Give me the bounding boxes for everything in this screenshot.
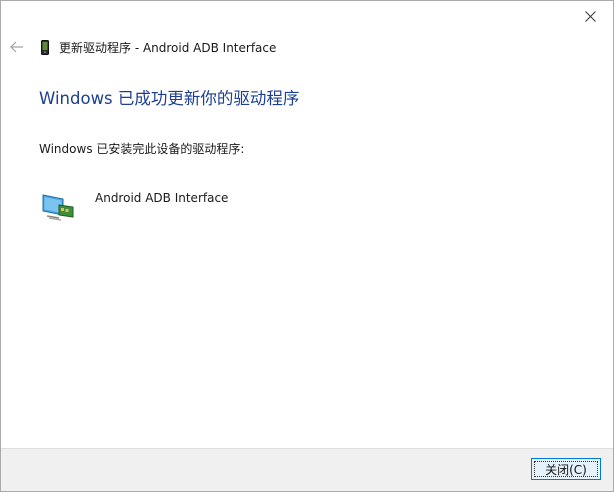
dialog-title: 更新驱动程序 - Android ADB Interface bbox=[59, 40, 277, 55]
close-icon bbox=[584, 10, 596, 22]
phone-device-icon bbox=[39, 39, 51, 55]
close-button[interactable]: 关闭(C) bbox=[531, 458, 601, 480]
dialog-footer: 关闭(C) bbox=[1, 448, 613, 491]
install-description: Windows 已安装完此设备的驱动程序: bbox=[39, 142, 245, 156]
back-arrow-icon bbox=[10, 41, 23, 53]
network-adapter-icon bbox=[41, 189, 75, 223]
window-close-button[interactable] bbox=[567, 1, 613, 31]
driver-update-dialog: 更新驱动程序 - Android ADB Interface Windows 已… bbox=[0, 0, 614, 492]
success-heading: Windows 已成功更新你的驱动程序 bbox=[39, 89, 300, 108]
back-button[interactable] bbox=[7, 38, 27, 56]
driver-name: Android ADB Interface bbox=[95, 191, 229, 205]
dialog-title-bar: 更新驱动程序 - Android ADB Interface bbox=[39, 37, 276, 57]
